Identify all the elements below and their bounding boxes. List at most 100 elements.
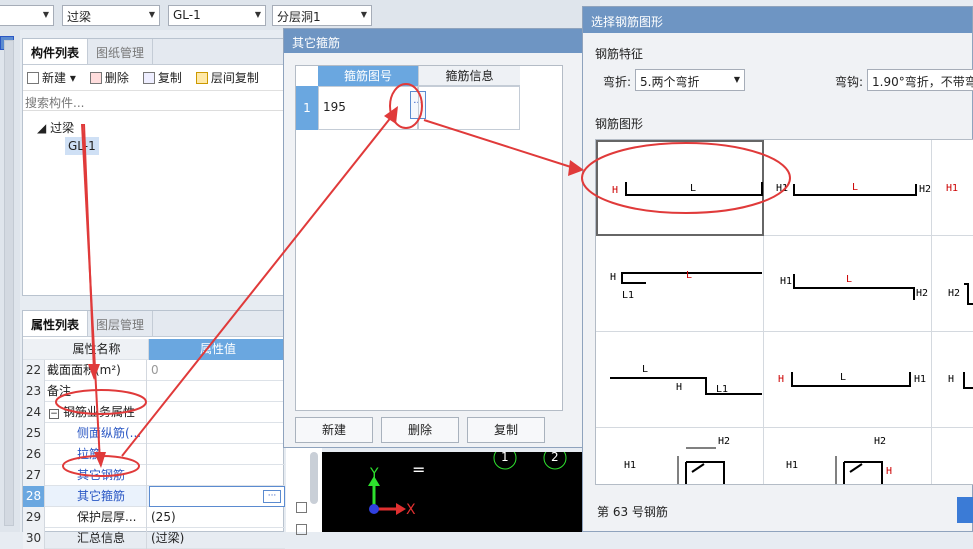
table-row[interactable]: 22 截面面积(m²) 0 <box>23 360 285 381</box>
tree-root[interactable]: ◢ 过梁 <box>37 119 74 136</box>
shape-cell-8[interactable]: H L H1 <box>764 332 932 428</box>
delete-stirrup-button[interactable]: 删除 <box>381 417 459 443</box>
row-value[interactable] <box>149 402 285 423</box>
new-button[interactable]: 新建 ▾ <box>27 69 76 86</box>
table-row[interactable]: 23 备注 <box>23 381 285 402</box>
table-row[interactable]: 30 汇总信息 (过梁) <box>23 528 285 549</box>
svg-text:H2: H2 <box>948 288 960 299</box>
property-scrollbar[interactable] <box>310 452 318 504</box>
component-tabs: 构件列表 图纸管理 <box>23 39 283 65</box>
delete-icon <box>89 72 102 84</box>
shape-cell-3[interactable]: H1 <box>932 140 973 236</box>
checkbox[interactable] <box>296 502 307 513</box>
table-row-selected[interactable]: 28 其它箍筋 ··· <box>23 486 285 507</box>
svg-text:H: H <box>610 272 616 283</box>
category-combo-value: 过梁 <box>67 10 92 24</box>
new-stirrup-button[interactable]: 新建 <box>295 417 373 443</box>
delete-button[interactable]: 删除 <box>89 69 129 86</box>
svg-text:L1: L1 <box>716 384 728 395</box>
row-value[interactable]: 0 <box>149 360 285 381</box>
shape-cell-10[interactable]: H1 H2 <box>596 428 764 484</box>
layer-combo[interactable]: 分层洞1 ▼ <box>272 5 372 26</box>
svg-text:H1: H1 <box>786 460 798 471</box>
delete-label: 删除 <box>104 71 129 85</box>
row-value[interactable] <box>149 444 285 465</box>
table-row[interactable]: 26 拉筋 <box>23 444 285 465</box>
shape-cell-9[interactable]: H <box>932 332 973 428</box>
chevron-down-icon: ▼ <box>733 75 740 84</box>
tab-layer-manage[interactable]: 图层管理 <box>88 311 154 336</box>
collapse-icon[interactable]: − <box>49 409 59 419</box>
svg-text:L: L <box>686 270 692 281</box>
svg-text:H1: H1 <box>776 183 788 194</box>
row-key: 其它箍筋 <box>47 486 147 507</box>
property-tabs: 属性列表 图层管理 <box>23 311 283 337</box>
stirrup-grid: 箍筋图号 箍筋信息 1 195 ··· <box>295 65 563 411</box>
floor-copy-button[interactable]: 层间复制 <box>195 69 259 86</box>
row-value[interactable]: (过梁) <box>149 528 285 549</box>
component-list-panel: 构件列表 图纸管理 新建 ▾ 删除 复制 层间复制 搜索构件... ◢ 过梁 G… <box>22 38 284 296</box>
floor-combo[interactable]: ▼ <box>0 5 54 26</box>
tab-component-list[interactable]: 构件列表 <box>23 39 89 64</box>
table-row[interactable]: 29 保护层厚... (25) <box>23 507 285 528</box>
new-label: 新建 <box>42 71 67 85</box>
tab-property-list[interactable]: 属性列表 <box>23 311 89 336</box>
rebar-shape-dialog: 选择钢筋图形 钢筋特征 弯折: 5.两个弯折 ▼ 弯钩: 1.90°弯折，不带弯 … <box>582 6 973 532</box>
bend-select-value: 5.两个弯折 <box>640 75 700 89</box>
svg-text:H: H <box>948 374 954 385</box>
row-key-group[interactable]: − 钢筋业务属性 <box>47 402 147 423</box>
feature-label: 钢筋特征 <box>595 47 644 61</box>
row-number: 30 <box>23 528 45 549</box>
stirrup-no-cell[interactable]: 195 <box>318 86 418 130</box>
shape-cell-4[interactable]: H L L1 <box>596 236 764 332</box>
shape-cell-6[interactable]: H2 <box>932 236 973 332</box>
table-row[interactable]: 25 侧面纵筋(... <box>23 423 285 444</box>
copy-button[interactable]: 复制 <box>142 69 182 86</box>
collapse-icon[interactable]: ◢ <box>37 121 46 135</box>
component-combo[interactable]: GL-1 ▼ <box>168 5 266 26</box>
tree-item-gl1[interactable]: GL-1 <box>65 137 99 155</box>
row-value[interactable]: (25) <box>149 507 285 528</box>
property-extra-col <box>286 448 322 535</box>
svg-text:L1: L1 <box>622 290 634 301</box>
shape-cell-12[interactable] <box>932 428 973 484</box>
col-property-value: 属性值 <box>149 339 285 360</box>
col-stirrup-info: 箍筋信息 <box>418 66 520 86</box>
left-scrollbar[interactable] <box>4 40 14 526</box>
shape-cell-1[interactable]: HL <box>596 140 764 236</box>
stirrup-dialog-title: 其它箍筋 <box>284 29 582 53</box>
svg-text:H: H <box>778 374 784 385</box>
copy-stirrup-button[interactable]: 复制 <box>467 417 545 443</box>
property-panel: 属性列表 图层管理 属性名称 属性值 22 截面面积(m²) 0 23 备注 24− 钢… <box>22 310 285 549</box>
row-number: 27 <box>23 465 45 486</box>
shape-cell-5[interactable]: H1 L H2 <box>764 236 932 332</box>
svg-text:H2: H2 <box>919 184 931 195</box>
stirrup-info-cell[interactable] <box>418 86 520 130</box>
shape-cell-2[interactable]: H1 L H2 <box>764 140 932 236</box>
table-row[interactable]: 24− 钢筋业务属性 <box>23 402 285 423</box>
row-value[interactable] <box>149 465 285 486</box>
equal-glyph: = <box>412 460 426 479</box>
row-key: 拉筋 <box>47 444 147 465</box>
ellipsis-button[interactable]: ··· <box>263 490 281 503</box>
checkbox[interactable] <box>296 524 307 535</box>
ok-button[interactable] <box>957 497 973 523</box>
row-key: 侧面纵筋(... <box>47 423 147 444</box>
col-property-name: 属性名称 <box>45 339 149 360</box>
component-search-input[interactable]: 搜索构件... <box>23 91 283 111</box>
tab-drawing-manage[interactable]: 图纸管理 <box>88 39 154 64</box>
drawing-canvas[interactable]: Y X = 1 2 <box>322 446 582 532</box>
row-number: 1 <box>296 86 318 130</box>
hook-select[interactable]: 1.90°弯折，不带弯 <box>867 69 973 91</box>
row-key: 截面面积(m²) <box>47 360 147 381</box>
category-combo[interactable]: 过梁 ▼ <box>62 5 160 26</box>
shape-cell-11[interactable]: H1 H2 H <box>764 428 932 484</box>
bend-label: 弯折: <box>603 75 632 89</box>
table-row[interactable]: 27 其它钢筋 <box>23 465 285 486</box>
row-value[interactable] <box>149 381 285 402</box>
shape-cell-7[interactable]: L H L1 <box>596 332 764 428</box>
bend-select[interactable]: 5.两个弯折 ▼ <box>635 69 745 91</box>
row-value[interactable] <box>149 423 285 444</box>
row-key: 其它钢筋 <box>47 465 147 486</box>
row-value-editor[interactable]: ··· <box>149 486 285 507</box>
